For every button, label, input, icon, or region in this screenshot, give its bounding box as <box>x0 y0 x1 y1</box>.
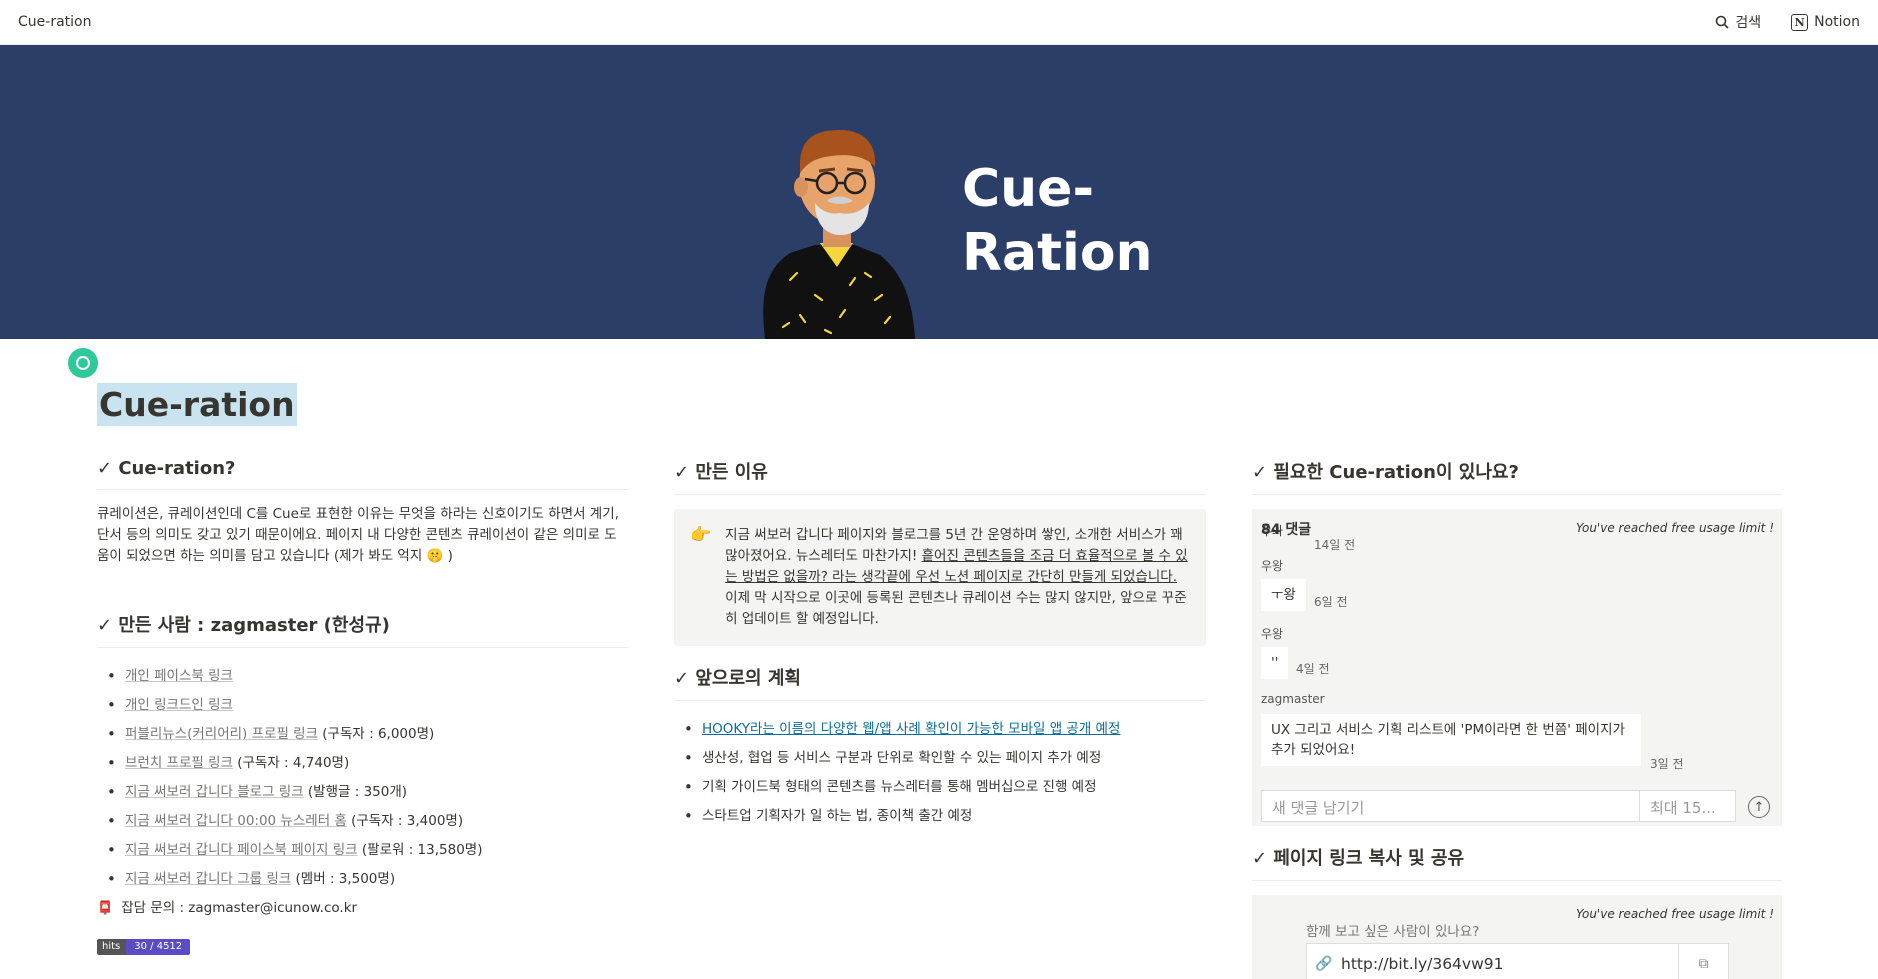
cue-ration-description: 큐레이션은, 큐레이션인데 C를 Cue로 표현한 이유는 무엇을 하라는 신호… <box>97 506 619 564</box>
usage-limit-notice: You've reached free usage limit ! <box>1575 907 1774 921</box>
list-item: 브런치 프로필 링크 (구독자 : 4,740명) <box>97 749 629 778</box>
heading-cue-ration: ✓ Cue-ration? <box>97 458 629 490</box>
link-suffix: (구독자 : 6,000명) <box>318 726 435 742</box>
search-label: 검색 <box>1735 15 1762 31</box>
comment-body: '' <box>1261 647 1289 679</box>
comment-time: 4일 전 <box>1296 662 1330 676</box>
reason-callout: 👉 지금 써보러 갑니다 페이지와 블로그를 5년 간 운영하며 쌓인, 소개한… <box>674 509 1206 646</box>
hits-label: hits <box>97 939 127 955</box>
list-item: 지금 써보러 갑니다 그룹 링크 (멤버 : 3,500명) <box>97 865 629 894</box>
list-item: 지금 써보러 갑니다 00:00 뉴스레터 홈 (구독자 : 3,400명) <box>97 807 629 836</box>
comment-body: 우와 <box>1261 524 1284 538</box>
hooky-link[interactable]: HOOKY라는 이름의 다양한 웹/앱 사례 확인이 가능한 모바일 앱 공개 … <box>702 721 1120 737</box>
brunch-link[interactable]: 브런치 프로필 링크 <box>125 755 233 771</box>
comment-input[interactable]: 새 댓글 남기기 <box>1262 791 1640 821</box>
contact-line: 📮 잡담 문의 : zagmaster@icunow.co.kr <box>97 898 629 919</box>
share-url[interactable]: http://bit.ly/364vw91 <box>1341 955 1678 973</box>
link-suffix: (구독자 : 3,400명) <box>346 813 464 829</box>
comment-body: ㅜ왕 <box>1261 579 1306 611</box>
plan-text: 스타트업 기획자가 일 하는 법, 종이책 출간 예정 <box>702 808 973 824</box>
page-title: Cue-ration <box>97 383 297 426</box>
heading-request: ✓ 필요한 Cue-ration이 있나요? <box>1252 458 1782 495</box>
list-item: HOOKY라는 이름의 다양한 웹/앱 사례 확인이 가능한 모바일 앱 공개 … <box>674 715 1206 744</box>
blog-link[interactable]: 지금 써보러 갑니다 블로그 링크 <box>125 784 304 800</box>
linkedin-link[interactable]: 개인 링크드인 링크 <box>125 697 233 713</box>
cue-ration-page-icon[interactable] <box>68 348 98 378</box>
list-item: 기획 가이드북 형태의 콘텐츠를 뉴스레터를 통해 멤버십으로 진행 예정 <box>674 773 1206 802</box>
cover-title-line1: Cue- <box>962 159 1095 219</box>
comment-body: UX 그리고 서비스 기획 리스트에 'PM이라면 한 번쯤' 페이지가 추가 … <box>1261 714 1641 766</box>
column-middle: ✓ 만든 이유 👉 지금 써보러 갑니다 페이지와 블로그를 5년 간 운영하며… <box>674 458 1206 831</box>
publy-link[interactable]: 퍼블리뉴스(커리어리) 프로필 링크 <box>125 726 318 742</box>
share-widget: You've reached free usage limit ! 함께 보고 … <box>1252 895 1782 979</box>
comment-author: 우왕 <box>1261 559 1284 573</box>
heading-plans: ✓ 앞으로의 계획 <box>674 664 1206 701</box>
search-icon <box>1716 15 1729 29</box>
creator-links-list: 개인 페이스북 링크 개인 링크드인 링크 퍼블리뉴스(커리어리) 프로필 링크… <box>97 662 629 894</box>
contact-text: 잡담 문의 : zagmaster@icunow.co.kr <box>121 900 358 916</box>
copy-icon[interactable]: ⧉ <box>1678 944 1728 979</box>
link-suffix: (멤버 : 3,500명) <box>291 871 396 887</box>
plan-text: 기획 가이드북 형태의 콘텐츠를 뉴스레터를 통해 멤버십으로 진행 예정 <box>702 779 1097 795</box>
comment-time: 14일 전 <box>1314 538 1356 552</box>
hits-value: 30 / 4512 <box>126 939 191 955</box>
list-item: 생산성, 협업 등 서비스 구분과 단위로 확인할 수 있는 페이지 추가 예정 <box>674 744 1206 773</box>
plans-list: HOOKY라는 이름의 다양한 웹/앱 사례 확인이 가능한 모바일 앱 공개 … <box>674 715 1206 831</box>
comment-time: 3일 전 <box>1650 757 1684 771</box>
pointing-hand-icon: 👉 <box>690 525 712 545</box>
breadcrumb[interactable]: Cue-ration <box>18 14 91 30</box>
topbar-actions: 검색 N Notion <box>1715 12 1860 32</box>
column-right: ✓ 필요한 Cue-ration이 있나요? 84 댓글 You've reac… <box>1252 458 1782 979</box>
comment-widget: 84 댓글 You've reached free usage limit ! … <box>1252 509 1782 826</box>
callout-text: 지금 써보러 갑니다 페이지와 블로그를 5년 간 운영하며 쌓인, 소개한 서… <box>725 525 1188 630</box>
link-icon: 🔗 <box>1315 956 1333 972</box>
callout-text-part3: 이제 막 시작으로 이곳에 등록된 콘텐츠나 큐레이션 수는 많지 않지만, 앞… <box>725 590 1187 627</box>
bearded-man-illustration <box>763 130 915 339</box>
list-item: 스타트업 기획자가 일 하는 법, 종이책 출간 예정 <box>674 802 1206 831</box>
comment-author: zagmaster <box>1261 692 1325 706</box>
notion-logo-icon: N <box>1791 13 1809 31</box>
comment-time: 6일 전 <box>1314 595 1348 609</box>
share-url-box: 🔗 http://bit.ly/364vw91 ⧉ <box>1306 943 1729 979</box>
heading-reason: ✓ 만든 이유 <box>674 458 1206 495</box>
plan-text: 생산성, 협업 등 서비스 구분과 단위로 확인할 수 있는 페이지 추가 예정 <box>702 750 1102 766</box>
top-bar: Cue-ration 검색 N Notion <box>0 0 1878 45</box>
share-question: 함께 보고 싶은 사람이 있나요? <box>1306 924 1480 940</box>
notion-label: Notion <box>1814 14 1860 30</box>
facebook-link[interactable]: 개인 페이스북 링크 <box>125 668 233 684</box>
link-suffix: (팔로워 : 13,580명) <box>357 842 483 858</box>
group-link[interactable]: 지금 써보러 갑니다 그룹 링크 <box>125 871 291 887</box>
cover-image: Cue- Ration <box>0 45 1878 339</box>
comment-input-row: 새 댓글 남기기 최대 15... <box>1261 790 1736 822</box>
link-suffix: (발행글 : 350개) <box>303 784 408 800</box>
cover-title-line2: Ration <box>962 223 1153 283</box>
search-button[interactable]: 검색 <box>1715 12 1761 32</box>
name-input[interactable]: 최대 15... <box>1640 791 1735 821</box>
hits-badge: hits 30 / 4512 <box>97 939 191 955</box>
list-item: 지금 써보러 갑니다 블로그 링크 (발행글 : 350개) <box>97 778 629 807</box>
comment-author: 우왕 <box>1261 627 1284 641</box>
usage-limit-notice: You've reached free usage limit ! <box>1575 521 1774 535</box>
send-arrow-icon[interactable]: ↑ <box>1748 796 1770 818</box>
list-item: 개인 링크드인 링크 <box>97 691 629 720</box>
list-item: 퍼블리뉴스(커리어리) 프로필 링크 (구독자 : 6,000명) <box>97 720 629 749</box>
cover-title: Cue- Ration <box>962 157 1153 285</box>
question-circle-icon <box>76 356 90 370</box>
list-item: 개인 페이스북 링크 <box>97 662 629 691</box>
link-suffix: (구독자 : 4,740명) <box>232 755 350 771</box>
column-left: ✓ Cue-ration? 큐레이션은, 큐레이션인데 C를 Cue로 표현한 … <box>97 458 629 955</box>
heading-share: ✓ 페이지 링크 복사 및 공유 <box>1252 844 1782 881</box>
notion-button[interactable]: N Notion <box>1791 13 1860 31</box>
heading-creator: ✓ 만든 사람 : zagmaster (한성규) <box>97 611 629 648</box>
mailbox-icon: 📮 <box>97 901 114 916</box>
list-item: 지금 써보러 갑니다 페이스북 페이지 링크 (팔로워 : 13,580명) <box>97 836 629 865</box>
facebook-page-link[interactable]: 지금 써보러 갑니다 페이스북 페이지 링크 <box>125 842 358 858</box>
newsletter-link[interactable]: 지금 써보러 갑니다 00:00 뉴스레터 홈 <box>125 813 347 829</box>
